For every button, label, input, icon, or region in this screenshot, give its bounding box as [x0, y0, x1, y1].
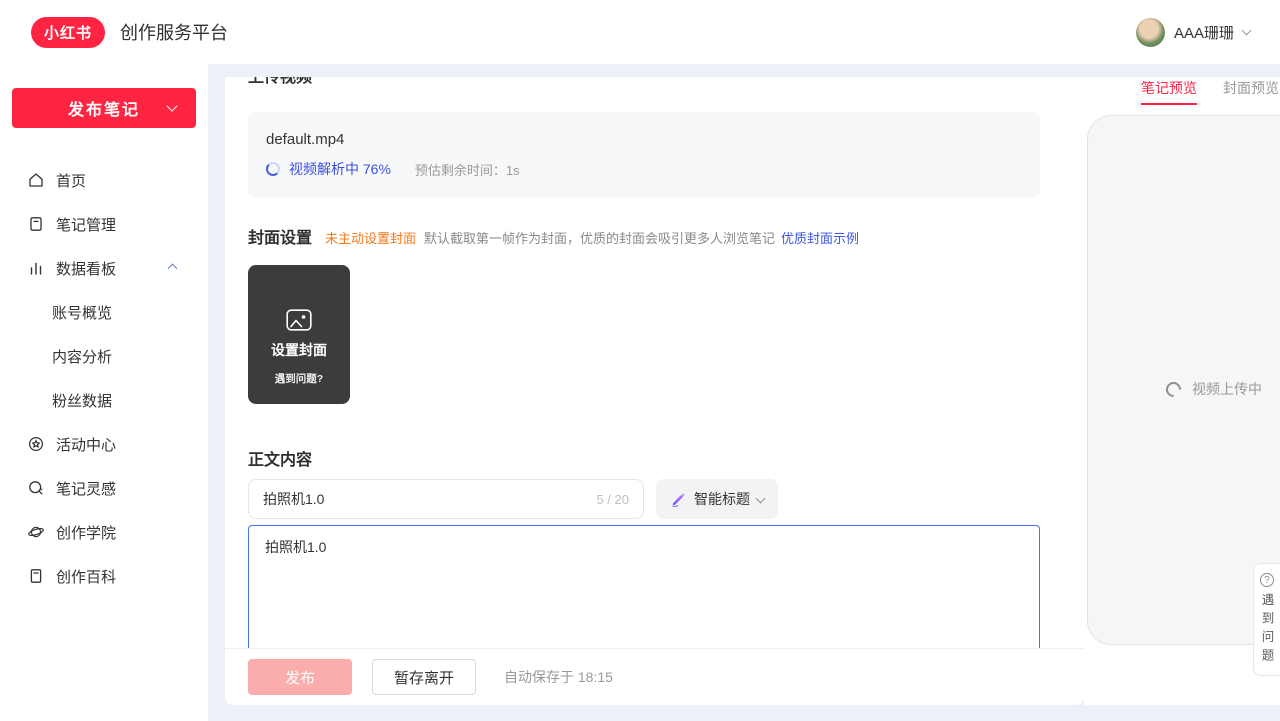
video-upload-status-box: default.mp4 视频解析中 76% 预估剩余时间：1s: [248, 112, 1040, 198]
cover-hint-text: 默认截取第一帧作为封面，优质的封面会吸引更多人浏览笔记: [424, 228, 775, 247]
chevron-down-icon: [1242, 26, 1252, 36]
help-floating-button[interactable]: ? 遇到问题: [1253, 563, 1280, 676]
sidebar-item-creation-academy[interactable]: 创作学院: [0, 510, 208, 554]
chevron-up-icon: [168, 263, 178, 273]
home-icon: [27, 171, 45, 189]
user-menu[interactable]: AAA珊珊: [1136, 18, 1250, 47]
help-button-label: 遇到问题: [1258, 593, 1277, 667]
book-icon: [27, 567, 45, 585]
sidebar-item-label: 活动中心: [56, 434, 116, 455]
preview-panel: 笔记预览 封面预览 视频上传中: [1084, 77, 1280, 705]
preview-tabs: 笔记预览 封面预览: [1141, 78, 1280, 105]
main-content-card: 上传视频 default.mp4 视频解析中 76% 预估剩余时间：1s 封面设…: [225, 77, 1084, 705]
set-cover-button[interactable]: 设置封面 遇到问题?: [248, 265, 350, 404]
sidebar-item-content-analysis[interactable]: 内容分析: [0, 334, 208, 378]
image-icon: [286, 309, 312, 331]
sidebar-item-label: 内容分析: [52, 346, 112, 367]
uploading-status-text: 视频上传中: [1192, 379, 1262, 399]
parsing-status: 视频解析中 76%: [289, 159, 391, 179]
save-and-leave-button[interactable]: 暂存离开: [372, 659, 476, 695]
page-title: 创作服务平台: [120, 19, 228, 45]
cover-settings-heading: 封面设置: [248, 224, 312, 248]
xiaohongshu-logo[interactable]: 小红书: [31, 17, 105, 48]
clipped-section-heading: 上传视频: [248, 77, 1084, 85]
title-char-counter: 5 / 20: [596, 492, 629, 507]
sidebar-item-label: 创作学院: [56, 522, 116, 543]
chevron-down-icon: [166, 100, 177, 111]
parsing-spinner-icon: [266, 162, 280, 176]
autosave-status: 自动保存于 18:15: [504, 667, 613, 687]
planet-icon: [27, 523, 45, 541]
cover-warning-text: 未主动设置封面: [325, 228, 416, 247]
set-cover-label: 设置封面: [271, 340, 327, 360]
publish-button[interactable]: 发布: [248, 659, 352, 695]
tab-cover-preview[interactable]: 封面预览: [1223, 78, 1279, 105]
video-uploading-status: 视频上传中: [1166, 379, 1262, 399]
user-name: AAA珊珊: [1174, 22, 1234, 43]
sidebar-item-note-inspiration[interactable]: 笔记灵感: [0, 466, 208, 510]
tab-note-preview[interactable]: 笔记预览: [1141, 78, 1197, 105]
sidebar-item-label: 首页: [56, 170, 86, 191]
question-mark-icon: ?: [1260, 573, 1274, 587]
footer-action-bar: 发布 暂存离开 自动保存于 18:15: [225, 648, 1084, 705]
uploading-spinner-icon: [1163, 378, 1184, 399]
smart-title-button[interactable]: 智能标题: [656, 479, 778, 519]
sidebar-item-account-overview[interactable]: 账号概览: [0, 290, 208, 334]
cover-examples-link[interactable]: 优质封面示例: [781, 228, 859, 247]
title-input[interactable]: 拍照机1.0 5 / 20: [248, 479, 644, 519]
sidebar-item-note-management[interactable]: 笔记管理: [0, 202, 208, 246]
sidebar-item-label: 数据看板: [56, 258, 116, 279]
bar-chart-icon: [27, 259, 45, 277]
sidebar-item-creation-encyclopedia[interactable]: 创作百科: [0, 554, 208, 598]
activity-star-icon: [27, 435, 45, 453]
sidebar-item-label: 笔记灵感: [56, 478, 116, 499]
title-input-value: 拍照机1.0: [263, 489, 324, 509]
magic-pen-icon: [670, 491, 687, 508]
chevron-down-icon: [756, 493, 766, 503]
content-heading: 正文内容: [248, 446, 1084, 470]
sidebar-item-label: 创作百科: [56, 566, 116, 587]
publish-note-button[interactable]: 发布笔记: [12, 88, 196, 128]
sidebar-item-home[interactable]: 首页: [0, 158, 208, 202]
sidebar-item-label: 笔记管理: [56, 214, 116, 235]
file-name: default.mp4: [266, 131, 1022, 148]
top-header: 小红书 创作服务平台 AAA珊珊: [0, 0, 1280, 64]
sidebar: 发布笔记 首页 笔记管理 数据看板 账号概览 内容分析 粉丝数据 活动中心: [0, 64, 208, 721]
body-text-value: 拍照机1.0: [265, 539, 326, 555]
inspiration-search-icon: [27, 479, 45, 497]
sidebar-item-data-dashboard[interactable]: 数据看板: [0, 246, 208, 290]
notes-icon: [27, 215, 45, 233]
publish-note-label: 发布笔记: [68, 96, 140, 120]
smart-title-label: 智能标题: [694, 489, 750, 509]
avatar[interactable]: [1136, 18, 1165, 47]
sidebar-menu: 首页 笔记管理 数据看板 账号概览 内容分析 粉丝数据 活动中心 笔记灵感: [0, 158, 208, 598]
sidebar-item-activity-center[interactable]: 活动中心: [0, 422, 208, 466]
sidebar-item-label: 粉丝数据: [52, 390, 112, 411]
eta-text: 预估剩余时间：1s: [415, 160, 520, 179]
logo-text: 小红书: [44, 22, 92, 43]
sidebar-item-fans-data[interactable]: 粉丝数据: [0, 378, 208, 422]
note-preview-card: 视频上传中: [1087, 115, 1280, 645]
cover-problem-link[interactable]: 遇到问题?: [275, 371, 323, 386]
sidebar-item-label: 账号概览: [52, 302, 112, 323]
